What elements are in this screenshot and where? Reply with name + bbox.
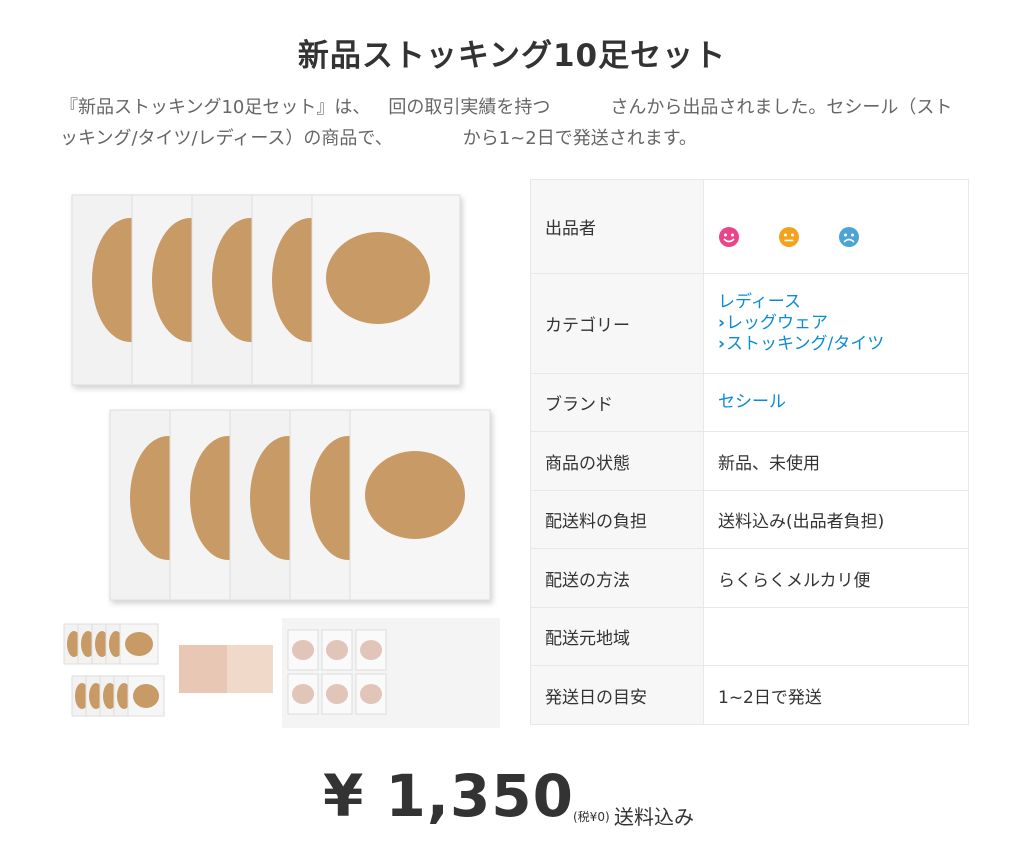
seller-value (703, 179, 969, 274)
shipping-fee-value: 送料込み(出品者負担) (703, 490, 969, 549)
shipping-fee-label: 配送料の負担 (530, 490, 704, 549)
chevron-right-icon: › (718, 313, 726, 333)
ship-days-label: 発送日の目安 (530, 665, 704, 725)
brand-label: ブランド (530, 373, 704, 432)
condition-label: 商品の状態 (530, 431, 704, 491)
item-description: 『新品ストッキング10足セット』は、 回の取引実績を持つ さんから出品されました。セ… (60, 92, 970, 154)
thumbnail-2[interactable] (171, 618, 279, 728)
good-rating-icon (718, 226, 740, 248)
thumbnail-1[interactable] (60, 618, 168, 728)
category-stockings-text: ストッキング/タイツ (726, 334, 885, 354)
spec-row-condition: 商品の状態 新品、未使用 (530, 431, 969, 491)
brand-link[interactable]: セシール (718, 392, 954, 413)
spec-row-shipping-method: 配送の方法 らくらくメルカリ便 (530, 548, 969, 608)
stockings-pack-illustration (71, 194, 491, 601)
category-link-legwear[interactable]: ›レッグウェア (718, 313, 954, 334)
tax-note: (税¥0) (573, 810, 610, 824)
bad-rating-icon (838, 226, 860, 248)
ship-from-value (703, 607, 969, 666)
seller-ratings (718, 226, 954, 248)
shipping-method-value: らくらくメルカリ便 (703, 548, 969, 608)
description-part-2: 回の取引実績を持つ (388, 97, 551, 118)
category-value: レディース ›レッグウェア ›ストッキング/タイツ (703, 273, 969, 374)
page-title: 新品ストッキング10足セット (297, 38, 727, 74)
spec-row-seller: 出品者 (530, 179, 969, 274)
item-spec-table: 出品者 カテゴリー レディース ›レッグウェア ›ストッキング/タイツ ブランド (530, 179, 969, 725)
description-part-1: 『新品ストッキング10足セット』は、 (60, 97, 371, 118)
spec-row-shipping-fee: 配送料の負担 送料込み(出品者負担) (530, 490, 969, 549)
shipping-method-label: 配送の方法 (530, 548, 704, 608)
normal-rating-icon (778, 226, 800, 248)
thumbnail-strip (60, 618, 501, 728)
category-link-stockings[interactable]: ›ストッキング/タイツ (718, 334, 954, 355)
spec-row-brand: ブランド セシール (530, 373, 969, 432)
category-label: カテゴリー (530, 273, 704, 374)
ship-from-label: 配送元地域 (530, 607, 704, 666)
spec-row-category: カテゴリー レディース ›レッグウェア ›ストッキング/タイツ (530, 273, 969, 374)
ship-days-value: 1~2日で発送 (703, 665, 969, 725)
condition-value: 新品、未使用 (703, 431, 969, 491)
seller-label: 出品者 (530, 179, 704, 274)
description-part-4: から1~2日で発送されます。 (462, 128, 697, 149)
spec-row-ship-days: 発送日の目安 1~2日で発送 (530, 665, 969, 725)
main-product-photo[interactable] (60, 180, 500, 610)
category-link-ladies[interactable]: レディース (718, 292, 954, 313)
photo-gallery (60, 180, 501, 730)
item-price: ¥ 1,350 (323, 762, 575, 830)
spec-row-ship-from: 配送元地域 (530, 607, 969, 666)
chevron-right-icon: › (718, 334, 726, 354)
thumbnail-3[interactable] (282, 618, 501, 728)
shipping-included-note: 送料込み (614, 805, 694, 829)
category-legwear-text: レッグウェア (726, 313, 829, 333)
